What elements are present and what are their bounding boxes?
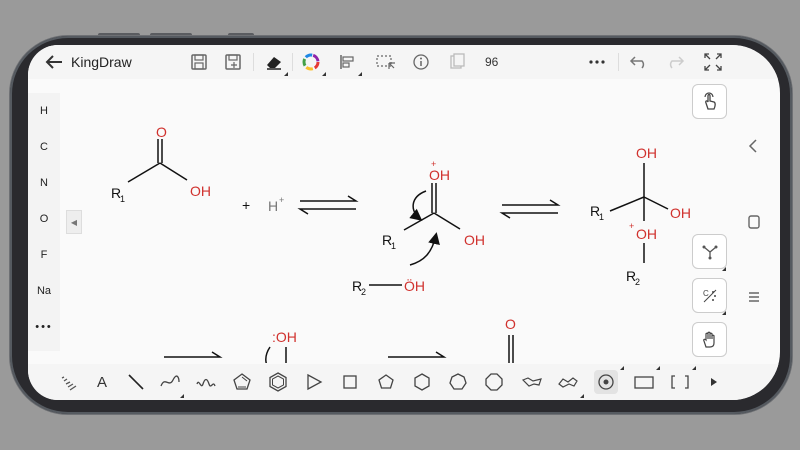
r-group-subscript: 1: [599, 212, 604, 222]
benzene-ring-icon[interactable]: [266, 370, 290, 394]
charge-label: +: [431, 159, 436, 169]
molecule-ester[interactable]: O: [505, 316, 516, 363]
element-f-button[interactable]: F: [28, 249, 60, 261]
element-h-button[interactable]: H: [28, 105, 60, 117]
cyclopentadiene-icon[interactable]: [230, 370, 254, 394]
atom-label: OH: [190, 183, 211, 199]
submenu-indicator-icon: [284, 72, 288, 76]
boat-conformation-icon[interactable]: [556, 370, 580, 394]
svg-text:C: C: [703, 289, 709, 298]
more-options-icon[interactable]: [584, 50, 610, 74]
redo-icon[interactable]: [662, 50, 688, 74]
copy-icon[interactable]: [444, 50, 470, 74]
element-c-button[interactable]: C: [28, 141, 60, 153]
molecule-oxonium-intermediate[interactable]: :OH R 1 OH 2 +: [236, 329, 353, 363]
color-wheel-icon[interactable]: [298, 50, 324, 74]
align-icon[interactable]: [334, 50, 360, 74]
more-elements-button[interactable]: •••: [28, 321, 60, 333]
r-group-subscript: 2: [635, 277, 640, 287]
r-group-subscript: 1: [120, 194, 125, 204]
toolbar-divider: [618, 53, 619, 71]
back-arrow-icon[interactable]: [42, 50, 66, 74]
toolbar-divider: [253, 53, 254, 71]
app-title: KingDraw: [71, 54, 132, 70]
atom-label: ÖH: [404, 277, 425, 294]
undo-icon[interactable]: [626, 50, 652, 74]
hexagon-ring-icon[interactable]: [410, 370, 434, 394]
play-triangle-icon[interactable]: [302, 370, 326, 394]
submenu-indicator-icon: [656, 366, 660, 370]
nav-back-icon[interactable]: [748, 139, 758, 156]
fullscreen-icon[interactable]: [700, 50, 726, 74]
element-o-button[interactable]: O: [28, 213, 60, 225]
charge-label: +: [629, 221, 634, 231]
eraser-icon[interactable]: [260, 50, 288, 74]
atom-label: OH: [670, 205, 690, 221]
top-toolbar: KingDraw 96: [28, 45, 780, 79]
atom-label: O: [156, 124, 167, 140]
plus-sign: +: [242, 197, 250, 213]
wavy-bond-icon[interactable]: [194, 370, 218, 394]
heptagon-ring-icon[interactable]: [446, 370, 470, 394]
element-palette: H C N O F Na •••: [28, 93, 60, 351]
selection-icon[interactable]: [372, 50, 400, 74]
molecule-protonated-acid[interactable]: OH + R 1 OH: [382, 159, 485, 266]
zoom-level[interactable]: 96: [485, 55, 498, 69]
r-group-subscript: 2: [361, 287, 366, 297]
molecule-alcohol[interactable]: R 2 ÖH: [352, 277, 425, 297]
hashed-bond-icon[interactable]: [56, 370, 80, 394]
equilibrium-arrow[interactable]: [499, 199, 561, 219]
atom-label: :OH: [272, 329, 297, 345]
element-na-button[interactable]: Na: [28, 285, 60, 297]
structure-tool-button[interactable]: [692, 234, 727, 269]
touch-mode-button[interactable]: [692, 84, 727, 119]
atom-label: OH: [464, 232, 485, 248]
ring-tool-selected-icon[interactable]: [594, 370, 618, 394]
equilibrium-arrow[interactable]: [164, 351, 223, 363]
collapse-panel-button[interactable]: ◀: [66, 210, 82, 234]
equilibrium-arrow[interactable]: [297, 195, 359, 215]
bracket-tool-icon[interactable]: [668, 370, 692, 394]
atom-label: OH: [636, 145, 657, 161]
octagon-ring-icon[interactable]: [482, 370, 506, 394]
curve-tool-icon[interactable]: [158, 370, 182, 394]
proton-label: H: [268, 198, 278, 214]
text-tool-button[interactable]: A: [90, 370, 114, 394]
info-icon[interactable]: [408, 50, 434, 74]
submenu-indicator-icon: [722, 311, 726, 315]
submenu-indicator-icon: [620, 366, 624, 370]
r-group-subscript: 1: [391, 241, 396, 251]
square-ring-icon[interactable]: [338, 370, 362, 394]
drawing-canvas[interactable]: O R 1 OH + H + OH + R 1 OH R 2 ÖH OH R 1…: [84, 85, 690, 363]
atom-label: OH: [636, 226, 657, 242]
hand-pan-button[interactable]: [692, 322, 727, 357]
submenu-indicator-icon: [722, 267, 726, 271]
atom-label: O: [505, 316, 516, 332]
element-n-button[interactable]: N: [28, 177, 60, 189]
molecule-tetrahedral-intermediate[interactable]: OH R 1 OH + OH R 2: [590, 145, 690, 287]
submenu-indicator-icon: [580, 394, 584, 398]
submenu-indicator-icon: [692, 366, 696, 370]
molecule-carboxylic-acid[interactable]: O R 1 OH: [111, 124, 211, 204]
chain-tool-button[interactable]: C: [692, 278, 727, 313]
rectangle-tool-icon[interactable]: [632, 370, 656, 394]
chair-conformation-icon[interactable]: [520, 370, 544, 394]
toolbar-divider: [292, 53, 293, 71]
single-bond-icon[interactable]: [124, 370, 148, 394]
nav-home-icon[interactable]: [748, 215, 760, 232]
save-icon[interactable]: [186, 50, 212, 74]
submenu-indicator-icon: [358, 72, 362, 76]
nav-recents-icon[interactable]: [748, 291, 760, 306]
submenu-indicator-icon: [180, 394, 184, 398]
equilibrium-arrow[interactable]: [388, 351, 447, 363]
save-as-icon[interactable]: [220, 50, 246, 74]
pentagon-ring-icon[interactable]: [374, 370, 398, 394]
expand-toolbar-icon[interactable]: [702, 370, 726, 394]
app-screen: KingDraw 96 H C N O F Na ••• ◀ O R 1 OH …: [28, 45, 780, 400]
atom-label: OH: [429, 167, 450, 183]
bottom-toolbar: A: [28, 364, 780, 400]
proton-charge: +: [279, 195, 284, 205]
submenu-indicator-icon: [322, 72, 326, 76]
